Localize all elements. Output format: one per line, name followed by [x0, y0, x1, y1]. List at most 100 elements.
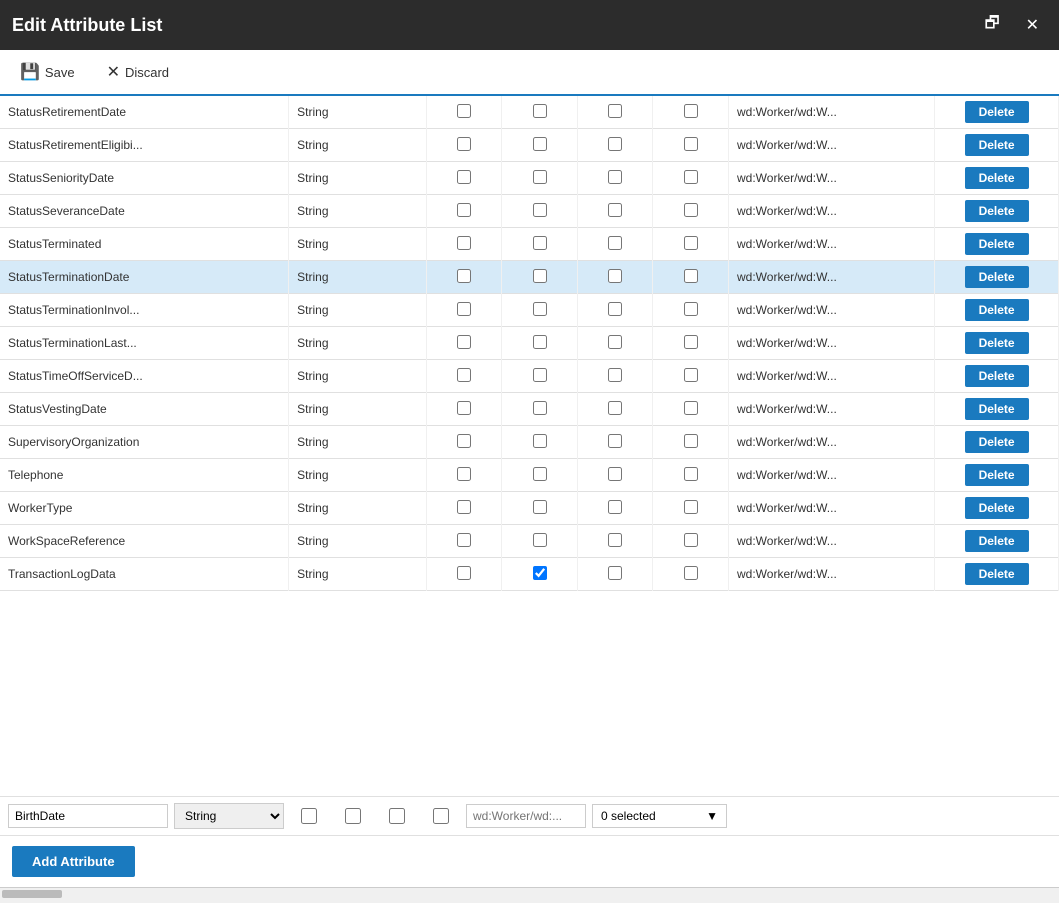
cb1-cell-checkbox[interactable]	[457, 170, 471, 184]
cb2-cell-checkbox[interactable]	[533, 533, 547, 547]
cb2-cell[interactable]	[502, 162, 578, 195]
cb2-cell-checkbox[interactable]	[533, 500, 547, 514]
cb1-cell-checkbox[interactable]	[457, 500, 471, 514]
cb2-cell[interactable]	[502, 327, 578, 360]
cb3-cell-checkbox[interactable]	[608, 302, 622, 316]
cb4-cell-checkbox[interactable]	[684, 269, 698, 283]
cb3-cell-checkbox[interactable]	[608, 467, 622, 481]
cb4-cell-checkbox[interactable]	[684, 434, 698, 448]
cb1-cell-checkbox[interactable]	[457, 566, 471, 580]
delete-button[interactable]: Delete	[965, 266, 1029, 288]
cb1-cell[interactable]	[426, 558, 502, 591]
cb4-cell-checkbox[interactable]	[684, 137, 698, 151]
cb4-cell[interactable]	[653, 360, 729, 393]
cb2-cell[interactable]	[502, 426, 578, 459]
cb3-cell-checkbox[interactable]	[608, 434, 622, 448]
cb3-cell-checkbox[interactable]	[608, 137, 622, 151]
cb4-cell-checkbox[interactable]	[684, 533, 698, 547]
cb3-cell-checkbox[interactable]	[608, 170, 622, 184]
cb1-cell[interactable]	[426, 360, 502, 393]
cb2-cell-checkbox[interactable]	[533, 236, 547, 250]
cb3-cell[interactable]	[577, 294, 653, 327]
cb2-cell-checkbox[interactable]	[533, 170, 547, 184]
cb2-cell[interactable]	[502, 459, 578, 492]
cb3-cell[interactable]	[577, 162, 653, 195]
delete-button[interactable]: Delete	[965, 167, 1029, 189]
cb2-cell[interactable]	[502, 360, 578, 393]
cb3-cell[interactable]	[577, 96, 653, 129]
cb4-cell-checkbox[interactable]	[684, 203, 698, 217]
new-attr-cb3[interactable]	[389, 808, 405, 824]
cb3-cell[interactable]	[577, 492, 653, 525]
cb1-cell[interactable]	[426, 195, 502, 228]
cb3-cell[interactable]	[577, 459, 653, 492]
delete-button[interactable]: Delete	[965, 563, 1029, 585]
delete-button[interactable]: Delete	[965, 365, 1029, 387]
new-attr-cb2[interactable]	[345, 808, 361, 824]
cb3-cell[interactable]	[577, 129, 653, 162]
cb4-cell[interactable]	[653, 459, 729, 492]
cb4-cell-checkbox[interactable]	[684, 566, 698, 580]
cb1-cell[interactable]	[426, 525, 502, 558]
cb1-cell[interactable]	[426, 294, 502, 327]
cb1-cell-checkbox[interactable]	[457, 335, 471, 349]
cb1-cell[interactable]	[426, 96, 502, 129]
cb2-cell[interactable]	[502, 492, 578, 525]
cb2-cell[interactable]	[502, 525, 578, 558]
cb4-cell[interactable]	[653, 426, 729, 459]
cb2-cell-checkbox[interactable]	[533, 137, 547, 151]
cb2-cell[interactable]	[502, 96, 578, 129]
cb4-cell[interactable]	[653, 393, 729, 426]
cb4-cell[interactable]	[653, 558, 729, 591]
selected-dropdown[interactable]: 0 selected ▼	[592, 804, 727, 828]
cb4-cell-checkbox[interactable]	[684, 335, 698, 349]
cb1-cell[interactable]	[426, 393, 502, 426]
cb2-cell[interactable]	[502, 393, 578, 426]
cb1-cell-checkbox[interactable]	[457, 269, 471, 283]
cb4-cell-checkbox[interactable]	[684, 368, 698, 382]
delete-button[interactable]: Delete	[965, 134, 1029, 156]
cb2-cell-checkbox[interactable]	[533, 203, 547, 217]
cb1-cell[interactable]	[426, 459, 502, 492]
save-button[interactable]: 💾 Save	[12, 58, 83, 86]
cb3-cell-checkbox[interactable]	[608, 269, 622, 283]
cb2-cell-checkbox[interactable]	[533, 467, 547, 481]
cb3-cell-checkbox[interactable]	[608, 368, 622, 382]
horizontal-scrollbar[interactable]	[0, 887, 1059, 899]
cb1-cell[interactable]	[426, 492, 502, 525]
cb3-cell-checkbox[interactable]	[608, 203, 622, 217]
close-button[interactable]: ✕	[1018, 8, 1047, 43]
cb3-cell-checkbox[interactable]	[608, 533, 622, 547]
cb1-cell[interactable]	[426, 129, 502, 162]
cb1-cell-checkbox[interactable]	[457, 104, 471, 118]
cb4-cell[interactable]	[653, 228, 729, 261]
cb4-cell-checkbox[interactable]	[684, 401, 698, 415]
restore-button[interactable]: 🗗	[977, 8, 1008, 43]
new-attribute-type[interactable]: String Integer Boolean Date Decimal	[174, 803, 284, 829]
cb4-cell[interactable]	[653, 327, 729, 360]
cb2-cell-checkbox[interactable]	[533, 368, 547, 382]
cb3-cell-checkbox[interactable]	[608, 335, 622, 349]
new-attr-cb1[interactable]	[301, 808, 317, 824]
cb3-cell[interactable]	[577, 426, 653, 459]
cb3-cell[interactable]	[577, 261, 653, 294]
cb1-cell-checkbox[interactable]	[457, 401, 471, 415]
delete-button[interactable]: Delete	[965, 200, 1029, 222]
cb3-cell[interactable]	[577, 525, 653, 558]
cb4-cell-checkbox[interactable]	[684, 236, 698, 250]
cb4-cell[interactable]	[653, 294, 729, 327]
cb4-cell-checkbox[interactable]	[684, 500, 698, 514]
delete-button[interactable]: Delete	[965, 233, 1029, 255]
cb2-cell[interactable]	[502, 129, 578, 162]
cb1-cell-checkbox[interactable]	[457, 236, 471, 250]
cb3-cell[interactable]	[577, 393, 653, 426]
delete-button[interactable]: Delete	[965, 431, 1029, 453]
cb2-cell[interactable]	[502, 228, 578, 261]
cb1-cell-checkbox[interactable]	[457, 137, 471, 151]
cb3-cell-checkbox[interactable]	[608, 104, 622, 118]
cb4-cell[interactable]	[653, 96, 729, 129]
delete-button[interactable]: Delete	[965, 398, 1029, 420]
cb2-cell[interactable]	[502, 294, 578, 327]
cb3-cell[interactable]	[577, 327, 653, 360]
cb3-cell-checkbox[interactable]	[608, 500, 622, 514]
